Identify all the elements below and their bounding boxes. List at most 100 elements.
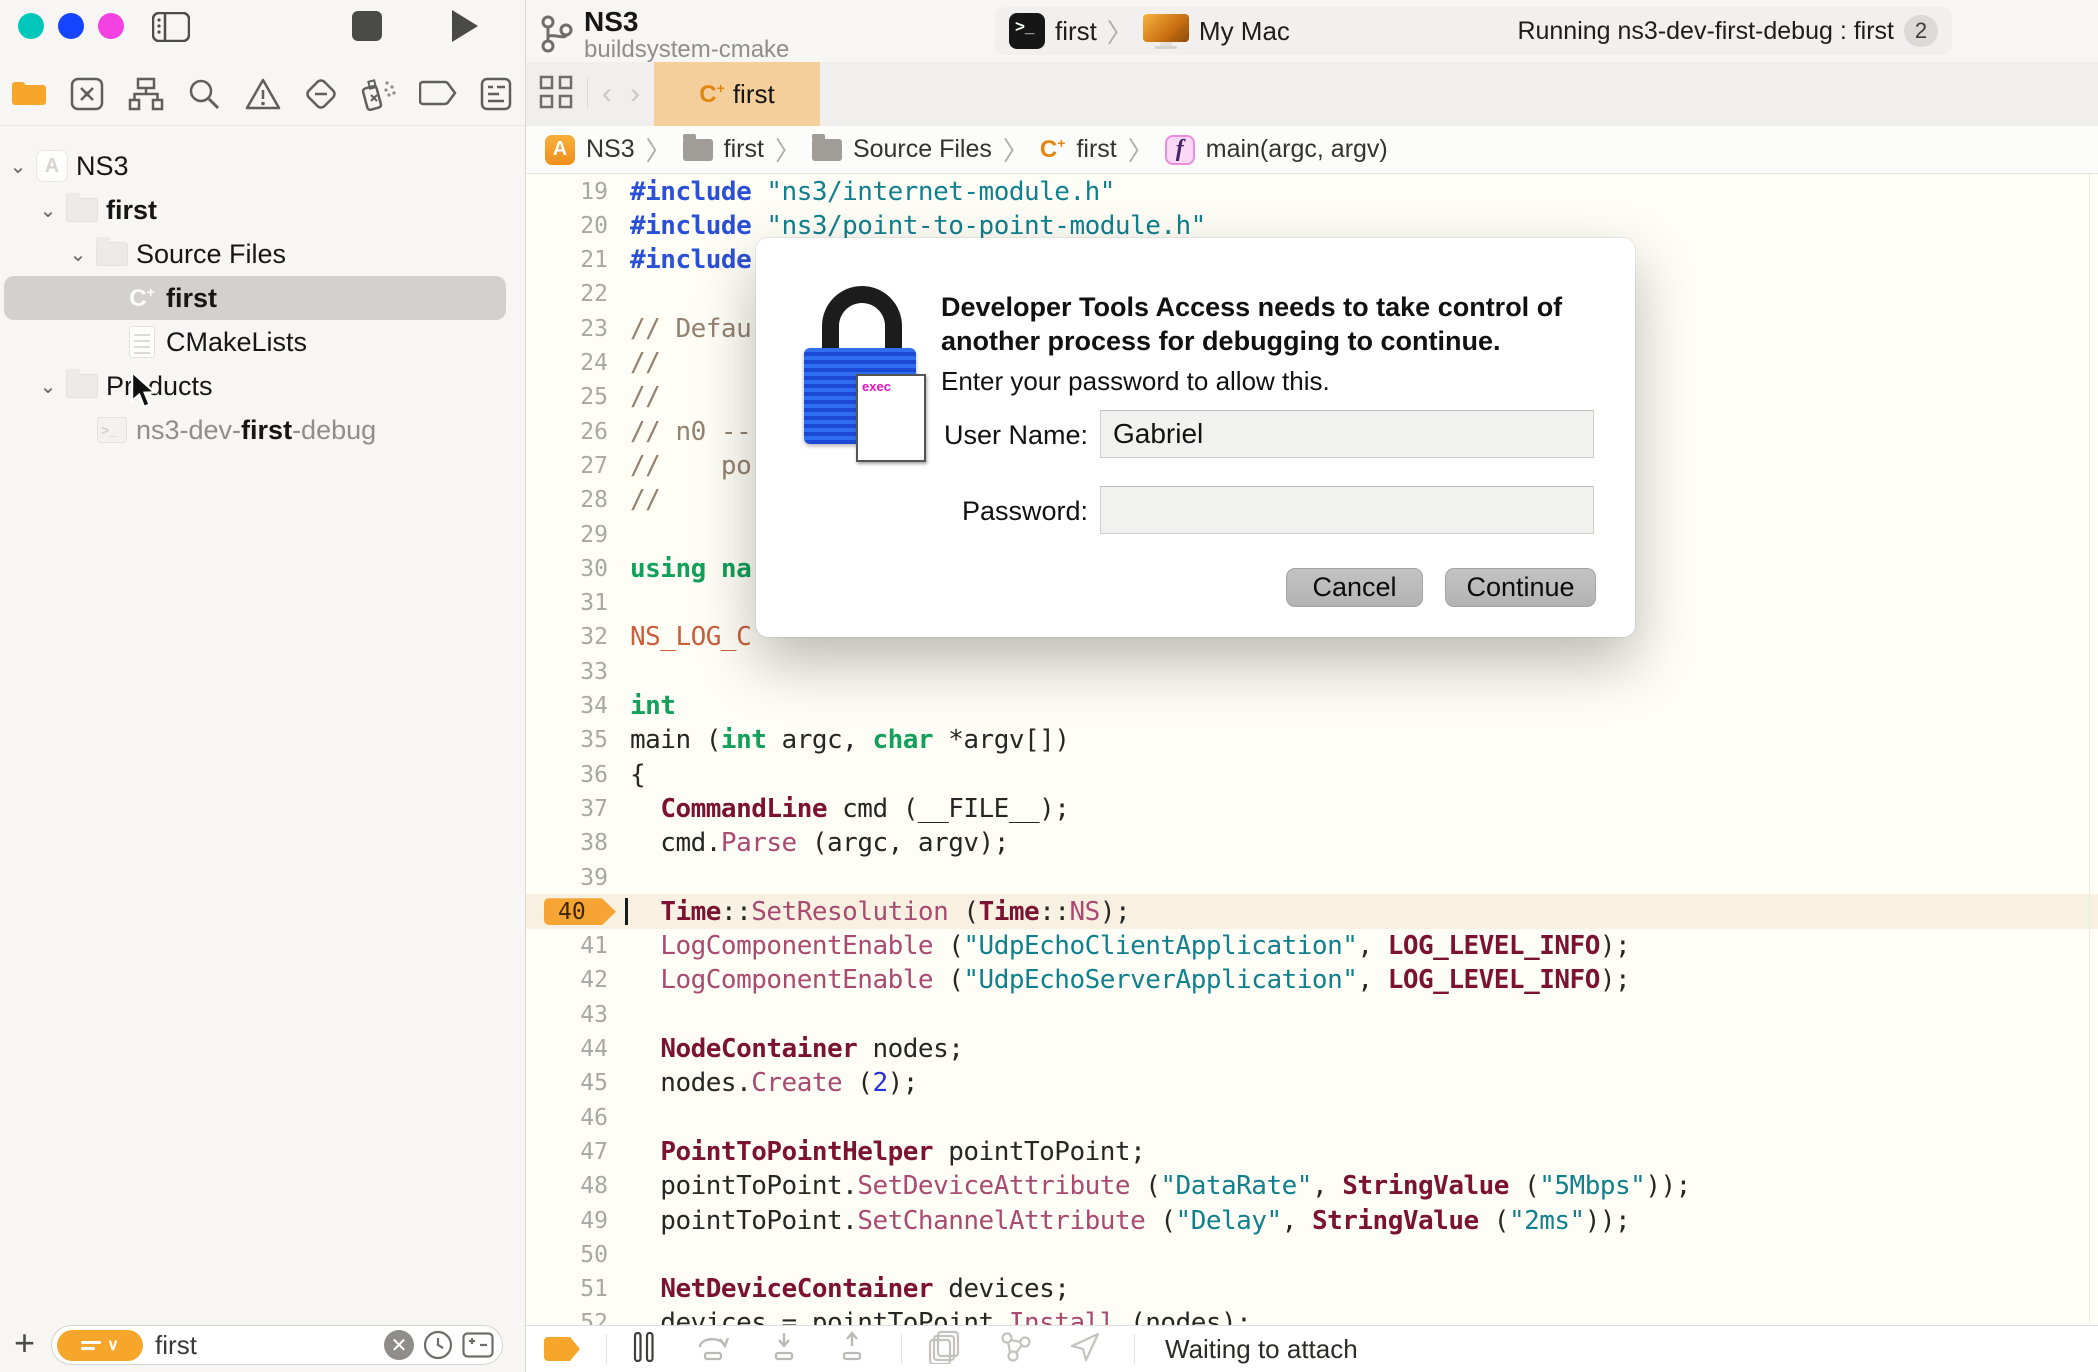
code-line[interactable]: 45 nodes.Create (2);: [526, 1066, 2098, 1101]
scheme-selector[interactable]: first: [1055, 16, 1097, 47]
debug-navigator-icon[interactable]: [356, 71, 402, 117]
line-number[interactable]: 27: [526, 453, 608, 479]
code-line[interactable]: 38 cmd.Parse (argc, argv);: [526, 826, 2098, 861]
line-number[interactable]: 24: [526, 350, 608, 376]
code-line[interactable]: 43: [526, 997, 2098, 1032]
line-number[interactable]: 23: [526, 316, 608, 342]
destination-selector[interactable]: My Mac: [1199, 16, 1290, 47]
code-line[interactable]: 46: [526, 1100, 2098, 1135]
line-number[interactable]: 47: [526, 1139, 608, 1165]
code-line[interactable]: 37 CommandLine cmd (__FILE__);: [526, 791, 2098, 826]
code-line[interactable]: 41 LogComponentEnable ("UdpEchoClientApp…: [526, 929, 2098, 964]
recents-clock-icon[interactable]: [422, 1329, 454, 1361]
line-number[interactable]: 30: [526, 556, 608, 582]
project-navigator-icon[interactable]: [6, 71, 52, 117]
symbol-navigator-icon[interactable]: [123, 71, 169, 117]
tree-row[interactable]: ⌄ Products: [0, 364, 525, 408]
line-number[interactable]: 19: [526, 179, 608, 205]
line-number[interactable]: 21: [526, 247, 608, 273]
issue-count-badge[interactable]: 2: [1904, 15, 1938, 47]
breadcrumb-source-files[interactable]: Source Files: [853, 135, 992, 164]
line-number[interactable]: 51: [526, 1276, 608, 1302]
continue-button[interactable]: Continue: [1445, 568, 1596, 607]
breakpoint-navigator-icon[interactable]: [415, 71, 461, 117]
tree-row[interactable]: ⌄ A NS3: [0, 144, 525, 188]
breakpoint-badge[interactable]: 40: [544, 898, 616, 926]
line-number[interactable]: 28: [526, 487, 608, 513]
filter-input[interactable]: first: [155, 1330, 376, 1361]
line-number[interactable]: 43: [526, 1002, 608, 1028]
report-navigator-icon[interactable]: [473, 71, 519, 117]
line-number[interactable]: 50: [526, 1242, 608, 1268]
filter-options-button[interactable]: ∨: [57, 1329, 144, 1361]
line-number[interactable]: 37: [526, 796, 608, 822]
code-line[interactable]: 40 Time::SetResolution (Time::NS);: [526, 894, 2098, 930]
my-mac-icon[interactable]: [1142, 14, 1189, 49]
line-number[interactable]: 22: [526, 281, 608, 307]
line-number[interactable]: 29: [526, 522, 608, 548]
tree-row[interactable]: >_ ns3-dev-first-debug: [0, 408, 525, 452]
cancel-button[interactable]: Cancel: [1286, 568, 1423, 607]
code-line[interactable]: 35 main (int argc, char *argv[]): [526, 723, 2098, 758]
back-chevron-icon[interactable]: ‹: [602, 77, 612, 111]
code-line[interactable]: 52 devices = pointToPoint.Install (nodes…: [526, 1306, 2098, 1325]
scheme-executable-icon[interactable]: >_: [1009, 13, 1045, 49]
line-number[interactable]: 46: [526, 1105, 608, 1131]
line-number[interactable]: 41: [526, 933, 608, 959]
breadcrumb-file[interactable]: first: [1076, 135, 1116, 164]
tab-first[interactable]: C+ first: [654, 62, 820, 126]
tree-row[interactable]: C+ first: [0, 276, 525, 320]
breadcrumb-symbol[interactable]: main(argc, argv): [1206, 135, 1388, 164]
code-line[interactable]: 51 NetDeviceContainer devices;: [526, 1272, 2098, 1307]
line-number[interactable]: 35: [526, 727, 608, 753]
disclosure-chevron-icon[interactable]: ⌄: [8, 154, 28, 179]
line-number[interactable]: 36: [526, 762, 608, 788]
breakpoints-filter-icon[interactable]: [462, 1332, 494, 1358]
toggle-sidebar-icon[interactable]: [152, 12, 190, 42]
tree-row[interactable]: CMakeLists: [0, 320, 525, 364]
code-line[interactable]: 44 NodeContainer nodes;: [526, 1032, 2098, 1067]
code-line[interactable]: 48 pointToPoint.SetDeviceAttribute ("Dat…: [526, 1169, 2098, 1204]
line-number[interactable]: 48: [526, 1173, 608, 1199]
add-button[interactable]: +: [14, 1322, 35, 1364]
code-line[interactable]: 33: [526, 654, 2098, 689]
line-number[interactable]: 20: [526, 213, 608, 239]
line-number[interactable]: 49: [526, 1208, 608, 1234]
line-number[interactable]: 42: [526, 967, 608, 993]
line-number[interactable]: 39: [526, 865, 608, 891]
crash-navigator-icon[interactable]: [64, 71, 110, 117]
code-line[interactable]: 42 LogComponentEnable ("UdpEchoServerApp…: [526, 963, 2098, 998]
code-line[interactable]: 49 pointToPoint.SetChannelAttribute ("De…: [526, 1203, 2098, 1238]
username-field[interactable]: Gabriel: [1100, 410, 1594, 458]
line-number[interactable]: 31: [526, 590, 608, 616]
editor-scrollbar-track[interactable]: [2089, 174, 2090, 1325]
issue-navigator-icon[interactable]: [240, 71, 286, 117]
pause-icon[interactable]: [633, 1331, 655, 1367]
line-number[interactable]: 34: [526, 693, 608, 719]
filter-field[interactable]: ∨ first ✕: [51, 1325, 504, 1365]
line-number[interactable]: 32: [526, 624, 608, 650]
code-line[interactable]: 19 #include "ns3/internet-module.h": [526, 174, 2098, 209]
zoom-traffic-light[interactable]: [98, 13, 124, 39]
test-navigator-icon[interactable]: [298, 71, 344, 117]
code-line[interactable]: 36 {: [526, 757, 2098, 792]
disclosure-chevron-icon[interactable]: ⌄: [38, 374, 58, 399]
breadcrumb-project[interactable]: NS3: [586, 135, 635, 164]
line-number[interactable]: 44: [526, 1036, 608, 1062]
line-number[interactable]: 26: [526, 419, 608, 445]
line-number[interactable]: 25: [526, 384, 608, 410]
breakpoint-toggle-icon[interactable]: [544, 1337, 580, 1361]
code-line[interactable]: 34 int: [526, 689, 2098, 724]
close-traffic-light[interactable]: [18, 13, 44, 39]
password-field[interactable]: [1100, 486, 1594, 534]
find-navigator-icon[interactable]: [181, 71, 227, 117]
clear-filter-icon[interactable]: ✕: [384, 1330, 415, 1360]
code-line[interactable]: 47 PointToPointHelper pointToPoint;: [526, 1134, 2098, 1169]
code-line[interactable]: 50: [526, 1237, 2098, 1272]
code-line[interactable]: 39: [526, 860, 2098, 895]
run-button[interactable]: [448, 8, 480, 49]
forward-chevron-icon[interactable]: ›: [630, 77, 640, 111]
disclosure-chevron-icon[interactable]: ⌄: [38, 198, 58, 223]
line-number[interactable]: 52: [526, 1310, 608, 1325]
disclosure-chevron-icon[interactable]: ⌄: [68, 242, 88, 267]
